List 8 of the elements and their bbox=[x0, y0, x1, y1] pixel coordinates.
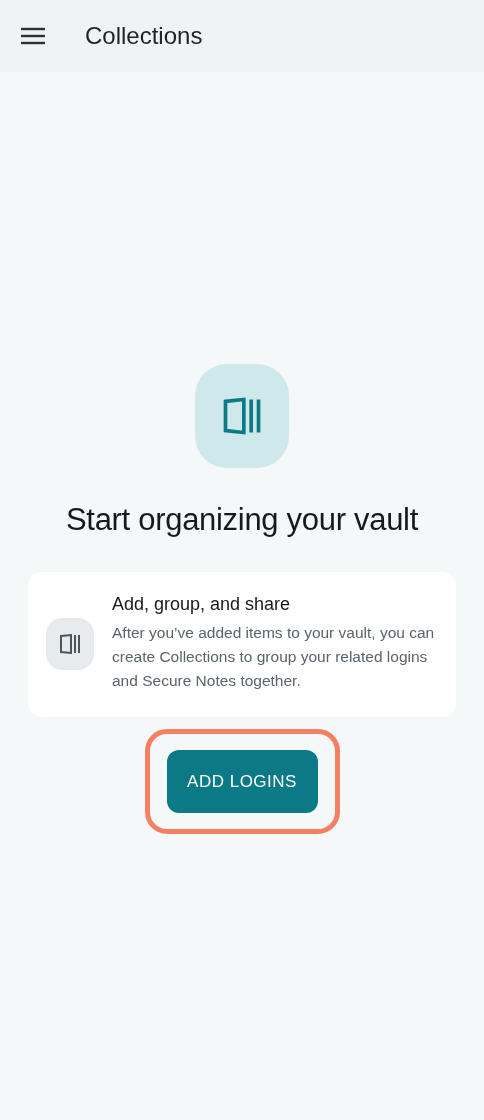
card-title: Add, group, and share bbox=[112, 594, 292, 615]
collections-icon bbox=[46, 617, 94, 670]
menu-icon[interactable] bbox=[21, 27, 45, 45]
empty-state-heading: Start organizing your vault bbox=[65, 502, 418, 538]
screen-title: Collections bbox=[85, 22, 203, 50]
add-logins-button[interactable]: ADD LOGINS bbox=[166, 750, 318, 813]
card-description: After you’ve added items to your vault, you can create Collections to group your related logins and Secure Notes together. bbox=[112, 623, 436, 691]
collections-icon bbox=[195, 364, 289, 468]
